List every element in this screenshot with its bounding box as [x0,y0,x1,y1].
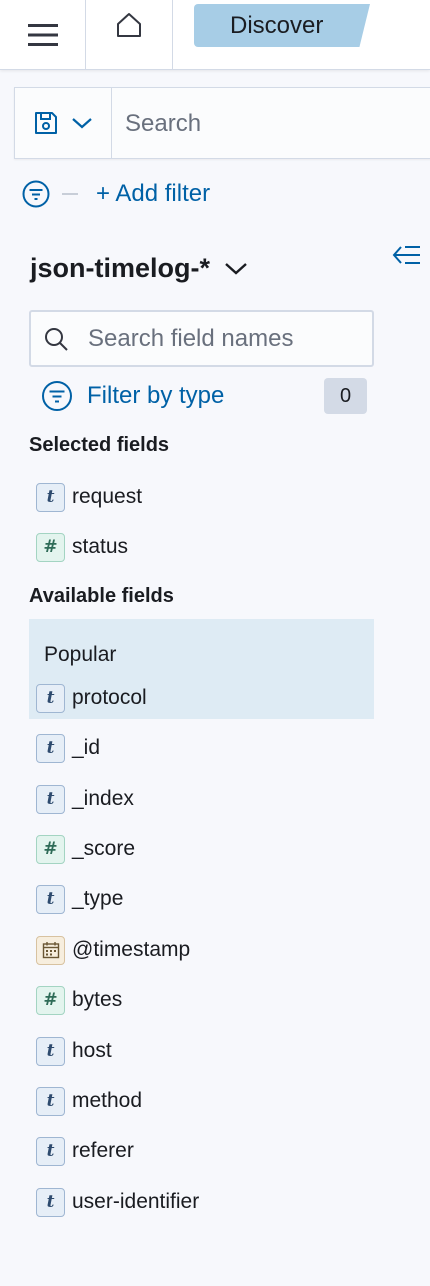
query-bar: Search [14,87,430,159]
field-item-host[interactable]: t host [36,1036,112,1066]
string-type-icon: t [36,784,65,814]
field-name: user-identifier [72,1190,200,1213]
field-item-type[interactable]: t _type [36,884,123,914]
string-type-icon: t [36,884,65,914]
field-item-referer[interactable]: t referer [36,1136,134,1166]
search-icon [45,328,68,351]
top-header: Discover [0,0,430,70]
calendar-icon [36,935,65,965]
filter-icon [42,381,72,411]
filter-divider [62,193,78,195]
menu-button[interactable] [0,0,86,70]
filter-menu-icon[interactable] [22,180,50,208]
menu-icon [27,24,58,46]
field-item-index[interactable]: t _index [36,784,134,814]
filter-by-type-label: Filter by type [87,382,225,409]
filter-bar: + Add filter [22,178,210,210]
add-filter-button[interactable]: + Add filter [96,180,210,208]
string-type-icon: t [36,1136,65,1166]
string-type-icon: t [36,733,65,763]
field-name: request [72,485,143,508]
index-pattern-selector[interactable]: json-timelog-* [30,248,248,288]
string-type-icon: t [36,1086,65,1116]
field-item-method[interactable]: t method [36,1086,142,1116]
field-item-user-identifier[interactable]: t user-identifier [36,1187,199,1217]
number-type-icon: # [36,834,65,864]
field-item-timestamp[interactable]: @timestamp [36,935,190,965]
filter-count-badge: 0 [324,378,367,414]
field-name: status [72,535,129,558]
query-search-input[interactable]: Search [125,88,201,158]
field-name: bytes [72,988,123,1011]
string-type-icon: t [36,683,65,713]
field-item-score[interactable]: # _score [36,834,135,864]
field-item-request[interactable]: t request [36,482,142,512]
breadcrumb-discover[interactable]: Discover [194,4,370,47]
field-name: host [72,1039,112,1062]
field-search-input[interactable]: Search field names [29,310,374,367]
field-item-status[interactable]: # status [36,532,128,562]
collapse-sidebar-icon[interactable] [392,242,422,268]
field-name: _type [72,887,124,910]
field-name: _id [72,736,101,759]
field-item-bytes[interactable]: # bytes [36,985,122,1015]
string-type-icon: t [36,482,65,512]
index-pattern-title: json-timelog-* [30,252,210,283]
string-type-icon: t [36,1036,65,1066]
field-name: protocol [72,686,147,709]
home-button[interactable] [86,0,173,70]
available-fields-heading: Available fields [29,585,174,607]
field-name: referer [72,1139,134,1162]
field-search-placeholder: Search field names [88,325,294,352]
saved-query-button[interactable] [15,88,112,158]
chevron-down-icon [225,263,247,275]
filter-by-type-button[interactable]: Filter by type 0 [41,378,367,414]
field-name: @timestamp [72,938,191,961]
field-item-id[interactable]: t _id [36,733,100,763]
number-type-icon: # [36,985,65,1015]
field-name: method [72,1089,143,1112]
number-type-icon: # [36,532,65,562]
field-name: _score [72,837,136,860]
save-icon [35,112,57,134]
chevron-down-icon [72,118,92,129]
string-type-icon: t [36,1187,65,1217]
selected-fields-heading: Selected fields [29,434,170,456]
field-item-protocol[interactable]: t protocol [36,683,147,713]
home-icon [117,13,141,37]
popular-heading: Popular [44,643,117,666]
field-name: _index [72,787,134,810]
